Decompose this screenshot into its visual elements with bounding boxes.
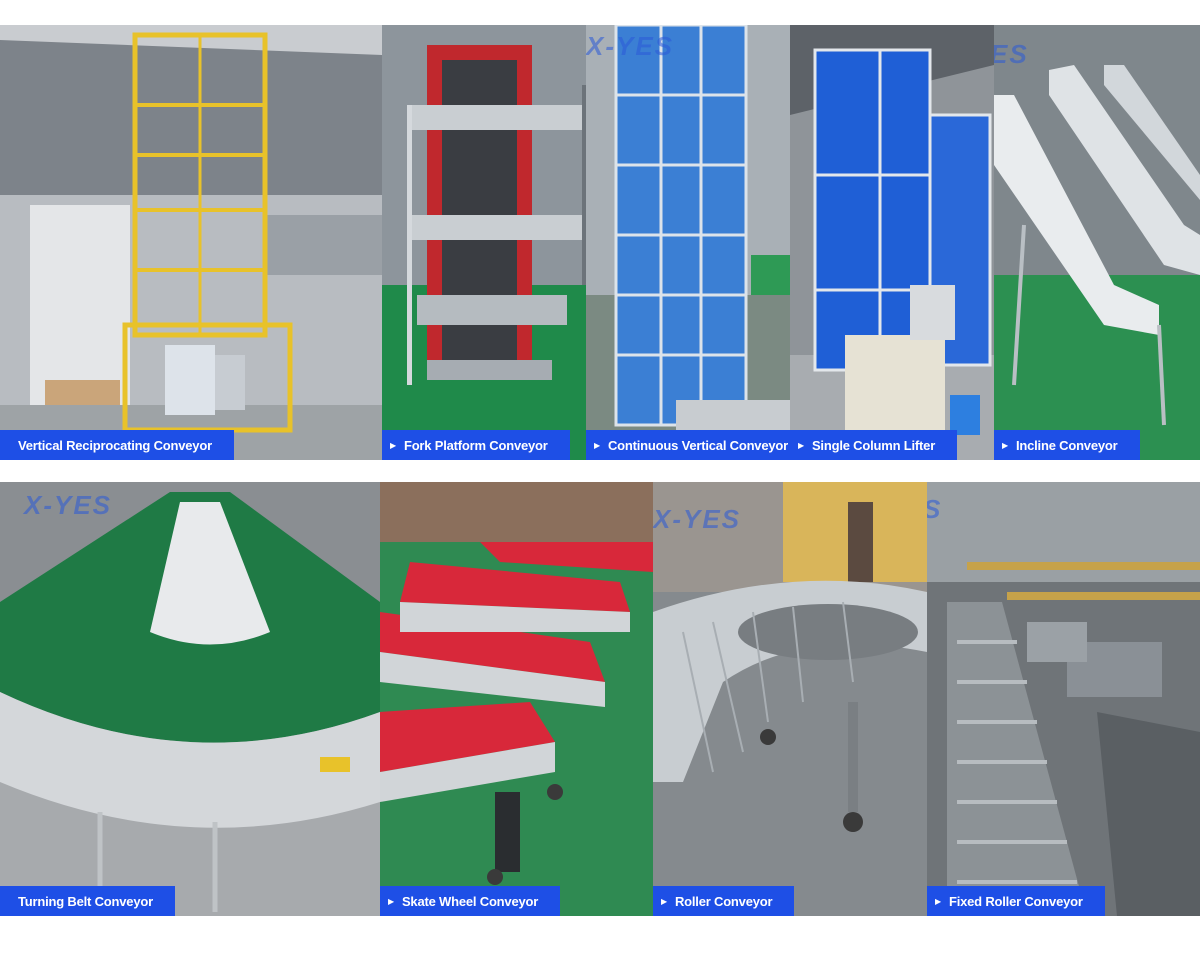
product-label[interactable]: ▶ Fixed Roller Conveyor: [927, 886, 1105, 916]
corner-dots-icon: [220, 448, 230, 457]
product-tile-single-column-lifter[interactable]: ▶ Single Column Lifter: [790, 25, 994, 460]
product-tile-fixed-roller[interactable]: S ▶ Fixed Roller Conveyor: [927, 482, 1200, 916]
product-name: Incline Conveyor: [1015, 437, 1118, 453]
corner-dots-icon: [547, 904, 557, 913]
corner-dots-icon: [781, 904, 791, 913]
product-name: Roller Conveyor: [674, 893, 773, 909]
product-name: Skate Wheel Conveyor: [401, 893, 539, 909]
brand-watermark: X-YES: [653, 504, 742, 534]
brand-watermark: S: [927, 494, 942, 525]
product-photo: [0, 25, 382, 460]
product-photo: [586, 25, 790, 460]
corner-dots-icon: [1126, 448, 1136, 457]
product-tile-turning-belt[interactable]: X-YES Turning Belt Conveyor: [0, 482, 380, 916]
product-photo: [653, 482, 927, 916]
product-row-bottom: X-YES Turning Belt Conveyor ▶ Skate Whee…: [0, 482, 1200, 916]
product-tile-incline[interactable]: ES ▶ Incline Conveyor: [994, 25, 1200, 460]
product-tile-vertical-reciprocating[interactable]: Vertical Reciprocating Conveyor: [0, 25, 382, 460]
product-photo: [380, 482, 653, 916]
play-icon: ▶: [390, 440, 396, 450]
product-tile-roller[interactable]: X-YES ▶ Roller Conveyor: [653, 482, 927, 916]
play-icon: ▶: [935, 896, 941, 906]
product-label[interactable]: ▶ Continuous Vertical Conveyor: [586, 430, 790, 460]
brand-watermark: X-YES: [586, 31, 675, 61]
play-icon: ▶: [388, 896, 394, 906]
play-icon: ▶: [798, 440, 804, 450]
product-label[interactable]: Turning Belt Conveyor: [0, 886, 175, 916]
product-name: Vertical Reciprocating Conveyor: [18, 437, 212, 453]
product-label[interactable]: ▶ Roller Conveyor: [653, 886, 795, 916]
product-name: Turning Belt Conveyor: [18, 893, 153, 909]
product-photo: [382, 25, 586, 460]
product-tile-fork-platform[interactable]: ▶ Fork Platform Conveyor: [382, 25, 586, 460]
play-icon: ▶: [661, 896, 667, 906]
product-label[interactable]: ▶ Single Column Lifter: [790, 430, 958, 460]
product-name: Single Column Lifter: [811, 437, 936, 453]
product-row-top: Vertical Reciprocating Conveyor ▶ Fork P…: [0, 25, 1200, 460]
corner-dots-icon: [1091, 904, 1101, 913]
corner-dots-icon: [944, 448, 954, 457]
product-photo: [0, 482, 380, 916]
product-tile-continuous-vertical[interactable]: X-YES ▶ Continuous Vertical Conveyor: [586, 25, 790, 460]
product-tile-skate-wheel[interactable]: ▶ Skate Wheel Conveyor: [380, 482, 653, 916]
product-name: Fork Platform Conveyor: [403, 437, 548, 453]
product-label[interactable]: ▶ Incline Conveyor: [994, 430, 1140, 460]
corner-dots-icon: [556, 448, 566, 457]
product-photo: [790, 25, 994, 460]
brand-watermark: ES: [994, 39, 1029, 69]
product-photo: [927, 482, 1200, 916]
play-icon: ▶: [1002, 440, 1008, 450]
play-icon: ▶: [594, 440, 600, 450]
product-name: Continuous Vertical Conveyor: [607, 437, 788, 453]
product-label[interactable]: Vertical Reciprocating Conveyor: [0, 430, 234, 460]
product-name: Fixed Roller Conveyor: [948, 893, 1083, 909]
product-photo: [994, 25, 1200, 460]
product-label[interactable]: ▶ Fork Platform Conveyor: [382, 430, 570, 460]
corner-dots-icon: [161, 904, 171, 913]
product-label[interactable]: ▶ Skate Wheel Conveyor: [380, 886, 561, 916]
brand-watermark: X-YES: [24, 490, 113, 520]
